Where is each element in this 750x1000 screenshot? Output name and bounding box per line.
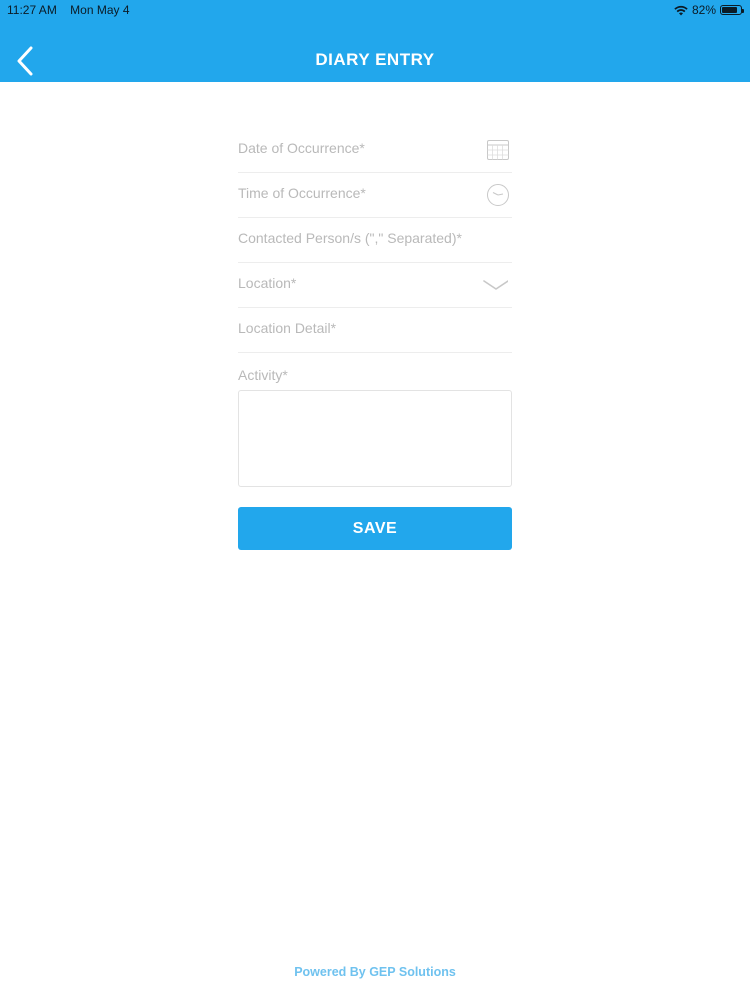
battery-icon xyxy=(720,5,744,15)
battery-level xyxy=(722,7,737,13)
status-time: 11:27 AM xyxy=(7,3,57,17)
location-select[interactable]: Location* xyxy=(238,263,512,308)
status-bar: 11:27 AM Mon May 4 82% xyxy=(0,0,750,22)
time-of-occurrence-field[interactable]: Time of Occurrence* xyxy=(238,173,512,218)
location-placeholder: Location* xyxy=(238,275,297,291)
date-of-occurrence-field[interactable]: Date of Occurrence* xyxy=(238,128,512,173)
page-title: DIARY ENTRY xyxy=(315,50,435,69)
battery-percent: 82% xyxy=(691,3,716,17)
date-placeholder: Date of Occurrence* xyxy=(238,140,365,156)
location-detail-placeholder: Location Detail* xyxy=(238,320,337,336)
save-button[interactable]: SAVE xyxy=(238,507,512,550)
location-detail-field[interactable]: Location Detail* xyxy=(238,308,512,353)
powered-by-footer: Powered By GEP Solutions xyxy=(294,965,456,979)
contacted-placeholder: Contacted Person/s ("," Separated)* xyxy=(238,230,462,246)
chevron-down-icon[interactable] xyxy=(482,273,508,297)
time-placeholder: Time of Occurrence* xyxy=(238,185,366,201)
status-date: Mon May 4 xyxy=(70,3,130,17)
wifi-icon xyxy=(674,5,688,15)
calendar-icon[interactable] xyxy=(486,138,510,162)
diary-entry-form: Date of Occurrence* Time of Occurrence* … xyxy=(238,128,512,550)
app-header: 11:27 AM Mon May 4 82% DIARY ENTRY xyxy=(0,0,750,82)
activity-textarea[interactable] xyxy=(238,390,512,487)
contacted-persons-field[interactable]: Contacted Person/s ("," Separated)* xyxy=(238,218,512,263)
clock-icon[interactable] xyxy=(486,183,510,207)
activity-label: Activity* xyxy=(238,367,288,383)
